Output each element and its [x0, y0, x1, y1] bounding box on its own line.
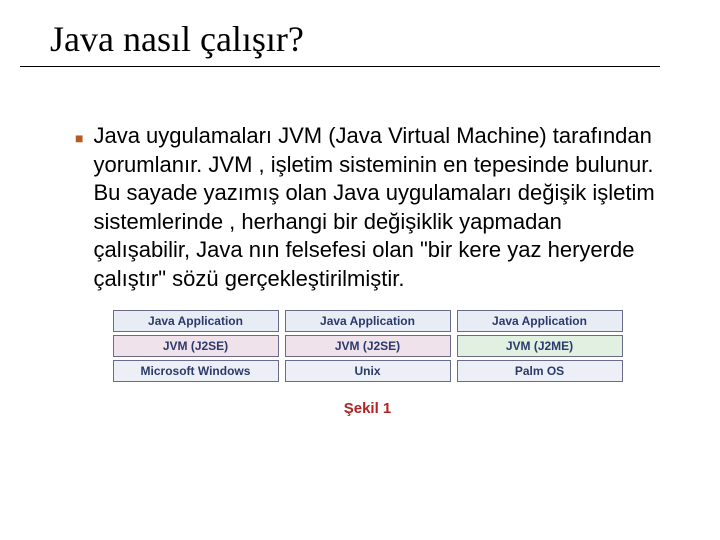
jvm-architecture-diagram: Java Application JVM (J2SE) Microsoft Wi… [113, 310, 623, 382]
stack-windows: Java Application JVM (J2SE) Microsoft Wi… [113, 310, 279, 382]
bullet-item: ■ Java uygulamaları JVM (Java Virtual Ma… [75, 122, 660, 294]
layer-os-palmos: Palm OS [457, 360, 623, 382]
slide-content: ■ Java uygulamaları JVM (Java Virtual Ma… [0, 67, 720, 417]
layer-java-application: Java Application [285, 310, 451, 332]
layer-java-application: Java Application [113, 310, 279, 332]
stack-unix: Java Application JVM (J2SE) Unix [285, 310, 451, 382]
layer-jvm-j2se: JVM (J2SE) [285, 335, 451, 357]
layer-jvm-j2se: JVM (J2SE) [113, 335, 279, 357]
figure-caption: Şekil 1 [75, 400, 660, 417]
layer-os-windows: Microsoft Windows [113, 360, 279, 382]
layer-jvm-j2me: JVM (J2ME) [457, 335, 623, 357]
bullet-text: Java uygulamaları JVM (Java Virtual Mach… [93, 122, 660, 294]
slide-title: Java nasıl çalışır? [20, 0, 660, 67]
layer-java-application: Java Application [457, 310, 623, 332]
stack-palmos: Java Application JVM (J2ME) Palm OS [457, 310, 623, 382]
bullet-marker-icon: ■ [75, 122, 83, 294]
layer-os-unix: Unix [285, 360, 451, 382]
